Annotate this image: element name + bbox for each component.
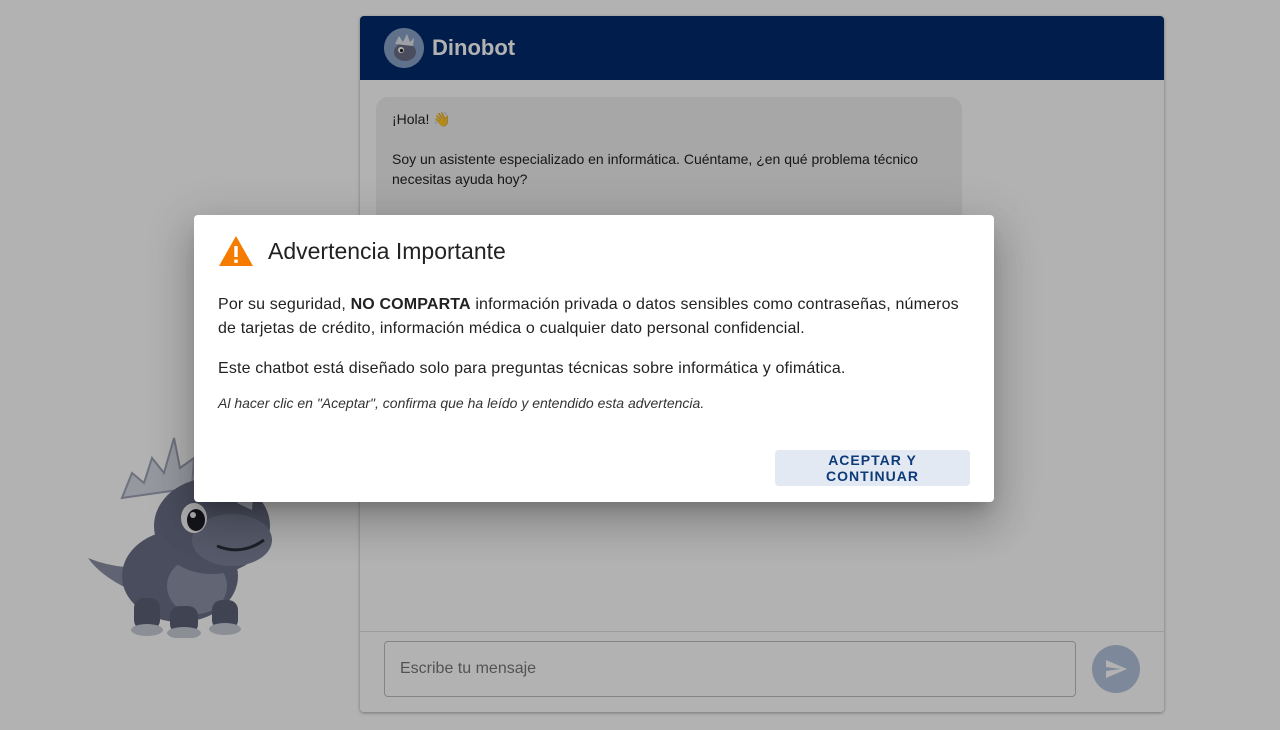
- accept-continue-button[interactable]: ACEPTAR Y CONTINUAR: [775, 450, 970, 486]
- dialog-title: Advertencia Importante: [218, 235, 506, 267]
- security-text-bold: NO COMPARTA: [350, 296, 471, 313]
- page: Dinobot ¡Hola! 👋 Soy un asistente especi…: [0, 0, 1280, 730]
- warning-icon: [219, 236, 253, 266]
- security-paragraph: Por su seguridad, NO COMPARTA informació…: [218, 293, 970, 341]
- dialog-title-text: Advertencia Importante: [268, 237, 506, 264]
- warning-dialog: Advertencia Importante Por su seguridad,…: [194, 215, 994, 502]
- acceptance-note: Al hacer clic en "Aceptar", confirma que…: [218, 395, 705, 411]
- purpose-paragraph: Este chatbot está diseñado solo para pre…: [218, 360, 846, 377]
- dialog-content: Por su seguridad, NO COMPARTA informació…: [218, 293, 970, 413]
- security-text-start: Por su seguridad,: [218, 296, 351, 313]
